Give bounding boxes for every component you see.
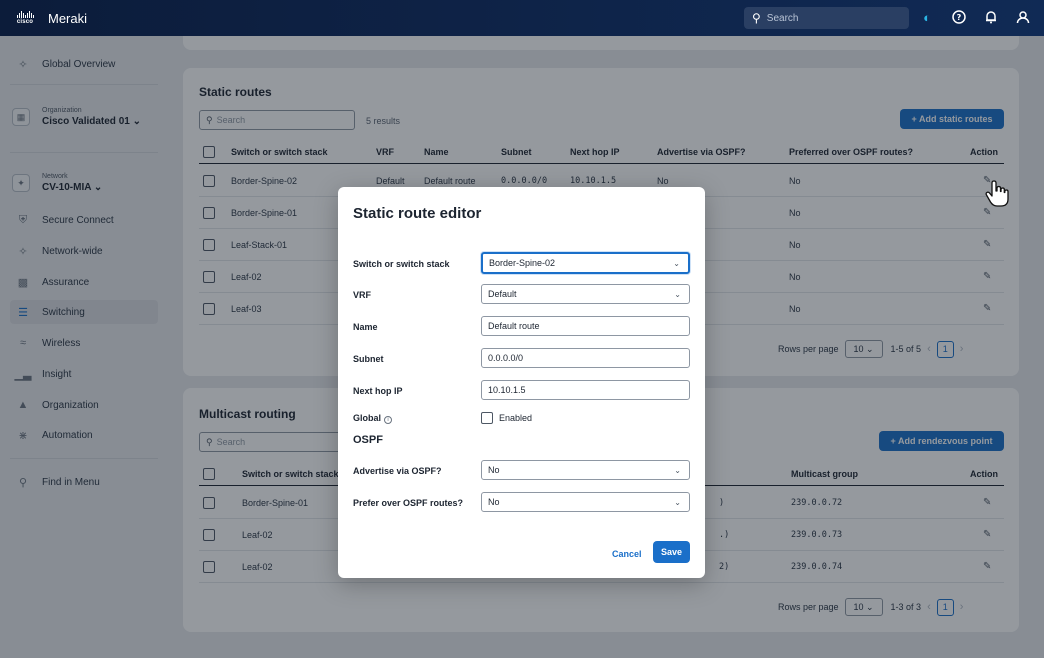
global-enabled-checkbox[interactable]: Enabled: [481, 412, 532, 424]
brand[interactable]: cisco Meraki: [12, 10, 87, 26]
chevron-down-icon: ⌄: [674, 497, 681, 507]
brand-name: Meraki: [48, 10, 88, 26]
global-label: Global i: [353, 413, 393, 424]
name-label: Name: [353, 322, 378, 332]
cancel-button[interactable]: Cancel: [612, 549, 642, 559]
chevron-down-icon: ⌄: [674, 465, 681, 475]
bell-icon[interactable]: [982, 8, 1000, 26]
search-icon: ⚲: [752, 11, 761, 25]
subnet-label: Subnet: [353, 354, 384, 364]
hand-cursor-icon: [985, 180, 1009, 207]
dialog-title: Static route editor: [353, 205, 482, 222]
save-button[interactable]: Save: [653, 541, 690, 563]
cisco-logo-icon: cisco: [12, 10, 38, 26]
subnet-input[interactable]: 0.0.0.0/0: [481, 348, 690, 368]
static-route-editor-dialog: Static route editor Switch or switch sta…: [338, 187, 705, 578]
top-bar: cisco Meraki ⚲ Search ◐ ?: [0, 0, 1044, 36]
vrf-label: VRF: [353, 290, 371, 300]
prefer-label: Prefer over OSPF routes?: [353, 498, 464, 508]
help-icon[interactable]: ?: [950, 8, 968, 26]
checkbox[interactable]: [481, 412, 493, 424]
user-icon[interactable]: [1014, 8, 1032, 26]
advertise-ospf-select[interactable]: No ⌄: [481, 460, 690, 480]
chevron-down-icon: ⌄: [673, 258, 680, 268]
vrf-select[interactable]: Default ⌄: [481, 284, 690, 304]
next-hop-input[interactable]: 10.10.1.5: [481, 380, 690, 400]
switch-select[interactable]: Border-Spine-02 ⌄: [481, 252, 690, 274]
ospf-section-title: OSPF: [353, 434, 383, 446]
assistant-icon[interactable]: ◐: [918, 8, 936, 26]
advertise-label: Advertise via OSPF?: [353, 466, 442, 476]
next-hop-label: Next hop IP: [353, 386, 403, 396]
name-input[interactable]: Default route: [481, 316, 690, 336]
switch-label: Switch or switch stack: [353, 259, 450, 269]
svg-text:?: ?: [957, 13, 962, 22]
global-search-input[interactable]: ⚲ Search: [744, 7, 909, 29]
info-icon[interactable]: i: [384, 416, 393, 424]
chevron-down-icon: ⌄: [674, 289, 681, 299]
prefer-ospf-select[interactable]: No ⌄: [481, 492, 690, 512]
